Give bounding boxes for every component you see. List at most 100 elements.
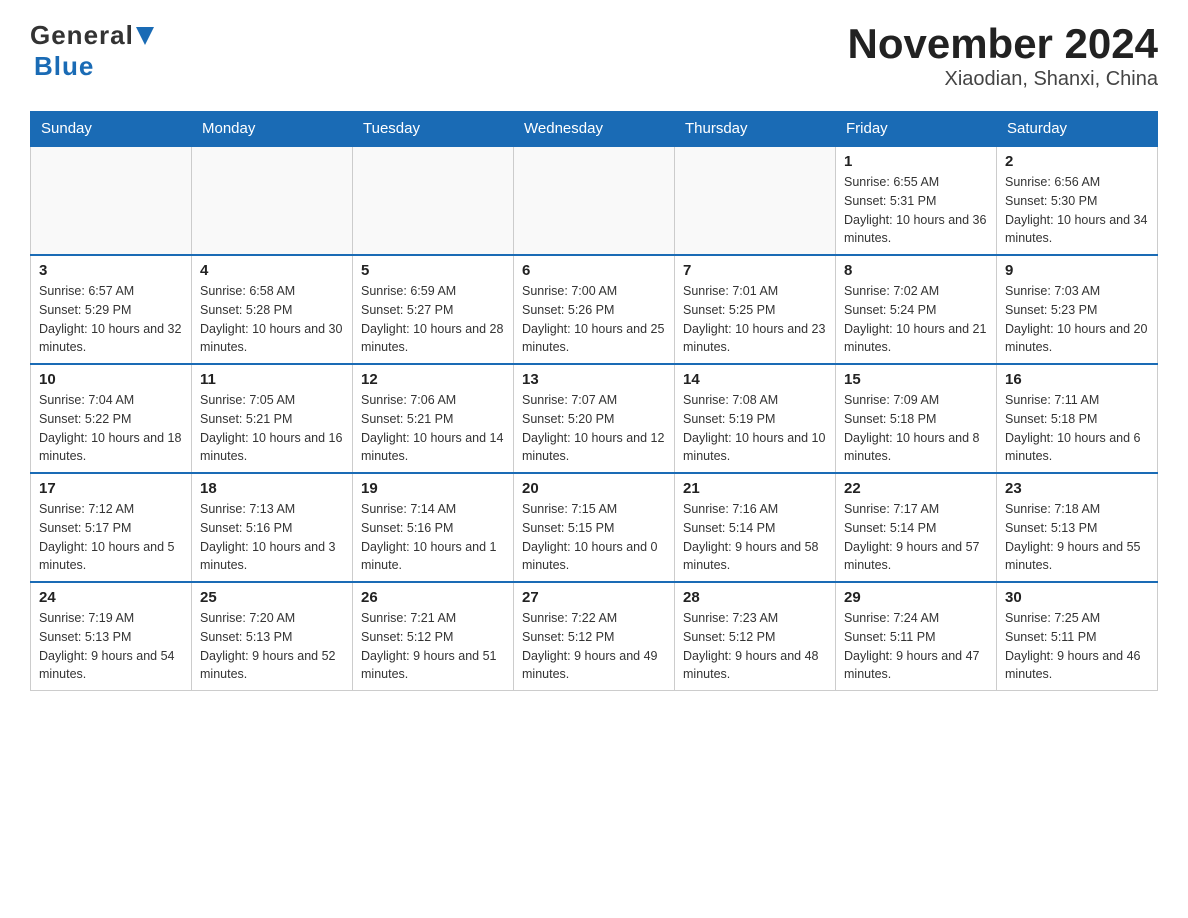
calendar-cell: 27Sunrise: 7:22 AM Sunset: 5:12 PM Dayli… [514,582,675,691]
day-number: 8 [844,262,988,279]
day-info: Sunrise: 7:12 AM Sunset: 5:17 PM Dayligh… [39,500,183,575]
day-number: 14 [683,371,827,388]
day-number: 29 [844,589,988,606]
calendar-cell: 4 Sunrise: 6:58 AM Sunset: 5:28 PM Daylig… [192,255,353,364]
calendar-header-row: SundayMondayTuesdayWednesdayThursdayFrid… [31,112,1158,147]
day-number: 6 [522,262,666,279]
day-info: Sunrise: 7:23 AM Sunset: 5:12 PM Dayligh… [683,609,827,684]
day-info: Sunrise: 7:13 AM Sunset: 5:16 PM Dayligh… [200,500,344,575]
logo-blue-text: Blue [34,51,94,82]
calendar-subtitle: Xiaodian, Shanxi, China [847,68,1158,91]
day-info: Sunrise: 7:06 AM Sunset: 5:21 PM Dayligh… [361,391,505,466]
calendar-cell: 24Sunrise: 7:19 AM Sunset: 5:13 PM Dayli… [31,582,192,691]
day-info: Sunrise: 7:16 AM Sunset: 5:14 PM Dayligh… [683,500,827,575]
day-number: 28 [683,589,827,606]
day-number: 21 [683,480,827,497]
calendar-cell: 9 Sunrise: 7:03 AM Sunset: 5:23 PM Daylig… [997,255,1158,364]
page-header: General Blue November 2024 Xiaodian, Sha… [30,20,1158,91]
calendar-cell: 26 Sunrise: 7:21 AM Sunset: 5:12 PM Dayli… [353,582,514,691]
calendar-cell: 20Sunrise: 7:15 AM Sunset: 5:15 PM Dayli… [514,473,675,582]
day-info: Sunrise: 7:02 AM Sunset: 5:24 PM Dayligh… [844,282,988,357]
day-number: 11 [200,371,344,388]
calendar-cell: 21 Sunrise: 7:16 AM Sunset: 5:14 PM Dayli… [675,473,836,582]
calendar-cell: 5Sunrise: 6:59 AM Sunset: 5:27 PM Daylig… [353,255,514,364]
day-number: 22 [844,480,988,497]
calendar-cell: 17Sunrise: 7:12 AM Sunset: 5:17 PM Dayli… [31,473,192,582]
column-header-tuesday: Tuesday [353,112,514,147]
calendar-cell: 13Sunrise: 7:07 AM Sunset: 5:20 PM Dayli… [514,364,675,473]
day-info: Sunrise: 7:03 AM Sunset: 5:23 PM Dayligh… [1005,282,1149,357]
day-number: 12 [361,371,505,388]
calendar-cell: 23 Sunrise: 7:18 AM Sunset: 5:13 PM Dayli… [997,473,1158,582]
calendar-cell: 18 Sunrise: 7:13 AM Sunset: 5:16 PM Dayli… [192,473,353,582]
day-info: Sunrise: 7:08 AM Sunset: 5:19 PM Dayligh… [683,391,827,466]
day-number: 18 [200,480,344,497]
day-info: Sunrise: 7:19 AM Sunset: 5:13 PM Dayligh… [39,609,183,684]
day-info: Sunrise: 7:20 AM Sunset: 5:13 PM Dayligh… [200,609,344,684]
day-number: 26 [361,589,505,606]
calendar-cell: 3 Sunrise: 6:57 AM Sunset: 5:29 PM Daylig… [31,255,192,364]
calendar-week-3: 10 Sunrise: 7:04 AM Sunset: 5:22 PM Dayli… [31,364,1158,473]
day-number: 13 [522,371,666,388]
day-number: 7 [683,262,827,279]
day-info: Sunrise: 7:09 AM Sunset: 5:18 PM Dayligh… [844,391,988,466]
calendar-cell: 1 Sunrise: 6:55 AM Sunset: 5:31 PM Daylig… [836,146,997,255]
day-number: 23 [1005,480,1149,497]
day-info: Sunrise: 6:55 AM Sunset: 5:31 PM Dayligh… [844,173,988,248]
logo: General Blue [30,20,154,82]
column-header-thursday: Thursday [675,112,836,147]
day-number: 27 [522,589,666,606]
day-info: Sunrise: 7:24 AM Sunset: 5:11 PM Dayligh… [844,609,988,684]
calendar-cell [353,146,514,255]
calendar-cell: 12 Sunrise: 7:06 AM Sunset: 5:21 PM Dayli… [353,364,514,473]
day-info: Sunrise: 7:25 AM Sunset: 5:11 PM Dayligh… [1005,609,1149,684]
logo-triangle-icon [136,25,154,51]
calendar-cell: 8 Sunrise: 7:02 AM Sunset: 5:24 PM Daylig… [836,255,997,364]
day-number: 3 [39,262,183,279]
day-number: 19 [361,480,505,497]
calendar-cell: 28 Sunrise: 7:23 AM Sunset: 5:12 PM Dayli… [675,582,836,691]
calendar-cell: 25 Sunrise: 7:20 AM Sunset: 5:13 PM Dayli… [192,582,353,691]
column-header-monday: Monday [192,112,353,147]
column-header-saturday: Saturday [997,112,1158,147]
calendar-cell [514,146,675,255]
calendar-cell: 10 Sunrise: 7:04 AM Sunset: 5:22 PM Dayli… [31,364,192,473]
calendar-cell: 2Sunrise: 6:56 AM Sunset: 5:30 PM Daylig… [997,146,1158,255]
calendar-cell: 22 Sunrise: 7:17 AM Sunset: 5:14 PM Dayli… [836,473,997,582]
calendar-week-5: 24Sunrise: 7:19 AM Sunset: 5:13 PM Dayli… [31,582,1158,691]
day-number: 16 [1005,371,1149,388]
day-number: 4 [200,262,344,279]
day-info: Sunrise: 7:05 AM Sunset: 5:21 PM Dayligh… [200,391,344,466]
calendar-week-1: 1 Sunrise: 6:55 AM Sunset: 5:31 PM Daylig… [31,146,1158,255]
day-number: 9 [1005,262,1149,279]
calendar-cell: 7 Sunrise: 7:01 AM Sunset: 5:25 PM Daylig… [675,255,836,364]
day-info: Sunrise: 6:57 AM Sunset: 5:29 PM Dayligh… [39,282,183,357]
title-block: November 2024 Xiaodian, Shanxi, China [847,20,1158,91]
day-number: 25 [200,589,344,606]
calendar-week-2: 3 Sunrise: 6:57 AM Sunset: 5:29 PM Daylig… [31,255,1158,364]
day-number: 2 [1005,153,1149,170]
calendar-cell [192,146,353,255]
calendar-cell: 14 Sunrise: 7:08 AM Sunset: 5:19 PM Dayli… [675,364,836,473]
day-info: Sunrise: 7:11 AM Sunset: 5:18 PM Dayligh… [1005,391,1149,466]
calendar-cell [31,146,192,255]
calendar-cell: 6 Sunrise: 7:00 AM Sunset: 5:26 PM Daylig… [514,255,675,364]
calendar-table: SundayMondayTuesdayWednesdayThursdayFrid… [30,111,1158,691]
day-info: Sunrise: 7:00 AM Sunset: 5:26 PM Dayligh… [522,282,666,357]
calendar-week-4: 17Sunrise: 7:12 AM Sunset: 5:17 PM Dayli… [31,473,1158,582]
day-info: Sunrise: 7:01 AM Sunset: 5:25 PM Dayligh… [683,282,827,357]
calendar-cell: 29 Sunrise: 7:24 AM Sunset: 5:11 PM Dayli… [836,582,997,691]
calendar-cell [675,146,836,255]
day-info: Sunrise: 7:21 AM Sunset: 5:12 PM Dayligh… [361,609,505,684]
day-info: Sunrise: 7:04 AM Sunset: 5:22 PM Dayligh… [39,391,183,466]
day-number: 15 [844,371,988,388]
calendar-cell: 30Sunrise: 7:25 AM Sunset: 5:11 PM Dayli… [997,582,1158,691]
day-info: Sunrise: 7:18 AM Sunset: 5:13 PM Dayligh… [1005,500,1149,575]
column-header-sunday: Sunday [31,112,192,147]
calendar-cell: 11 Sunrise: 7:05 AM Sunset: 5:21 PM Dayli… [192,364,353,473]
day-info: Sunrise: 6:58 AM Sunset: 5:28 PM Dayligh… [200,282,344,357]
day-number: 10 [39,371,183,388]
day-info: Sunrise: 7:17 AM Sunset: 5:14 PM Dayligh… [844,500,988,575]
calendar-cell: 15 Sunrise: 7:09 AM Sunset: 5:18 PM Dayli… [836,364,997,473]
day-number: 1 [844,153,988,170]
